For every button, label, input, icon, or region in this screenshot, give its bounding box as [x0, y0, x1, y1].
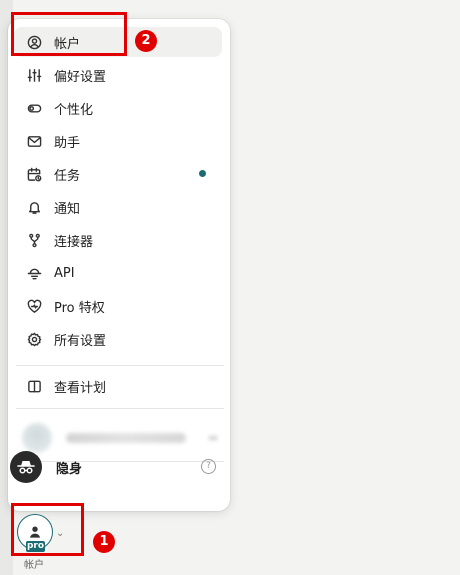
- annotation-badge-1: 1: [93, 531, 115, 553]
- menu-item-label: API: [54, 265, 75, 281]
- incognito-toggle[interactable]: 隐身 ?: [10, 450, 216, 484]
- gear-icon: [26, 331, 42, 347]
- menu-item-personalization[interactable]: 个性化: [14, 93, 222, 123]
- panel-icon: [26, 378, 42, 394]
- menu-item-label: 连接器: [54, 234, 94, 250]
- annotation-box-1: [11, 503, 84, 556]
- annotation-badge-2: 2: [135, 30, 157, 52]
- sliders-icon: [26, 67, 42, 83]
- divider: [16, 408, 224, 409]
- avatar: [22, 423, 52, 453]
- api-icon: [26, 265, 42, 281]
- account-menu: 帐户 偏好设置 个性化 助手 任务 通知 连接器 API Pro 特权 所有设置…: [8, 19, 230, 511]
- help-icon[interactable]: ?: [201, 459, 216, 474]
- menu-item-label: 所有设置: [54, 333, 107, 349]
- menu-item-label: Pro 特权: [54, 300, 105, 316]
- menu-item-label: 通知: [54, 201, 81, 217]
- menu-item-api[interactable]: API: [14, 258, 222, 288]
- incognito-icon: [10, 451, 42, 483]
- menu-item-assistant[interactable]: 助手: [14, 126, 222, 156]
- menu-item-pro-perks[interactable]: Pro 特权: [14, 291, 222, 321]
- incognito-label: 隐身: [56, 461, 83, 477]
- profile-label: 帐户: [24, 560, 44, 571]
- fork-icon: [26, 232, 42, 248]
- menu-item-all-settings[interactable]: 所有设置: [14, 324, 222, 354]
- chevron-icon: [208, 435, 218, 441]
- unread-dot: [199, 170, 206, 177]
- toggle-icon: [26, 100, 42, 116]
- bell-icon: [26, 199, 42, 215]
- menu-item-preferences[interactable]: 偏好设置: [14, 60, 222, 90]
- menu-item-label: 偏好设置: [54, 69, 107, 85]
- menu-item-label: 查看计划: [54, 380, 107, 396]
- menu-item-notifications[interactable]: 通知: [14, 192, 222, 222]
- menu-item-label: 个性化: [54, 102, 94, 118]
- annotation-box-2: [11, 12, 127, 56]
- account-name-redacted: [66, 433, 186, 443]
- menu-item-tasks[interactable]: 任务: [14, 159, 222, 189]
- menu-item-label: 任务: [54, 168, 81, 184]
- calendar-clock-icon: [26, 166, 42, 182]
- heart-badge-icon: [26, 298, 42, 314]
- menu-item-view-plan[interactable]: 查看计划: [14, 371, 222, 401]
- menu-item-label: 助手: [54, 135, 81, 151]
- mail-icon: [26, 133, 42, 149]
- divider: [16, 365, 224, 366]
- menu-item-connectors[interactable]: 连接器: [14, 225, 222, 255]
